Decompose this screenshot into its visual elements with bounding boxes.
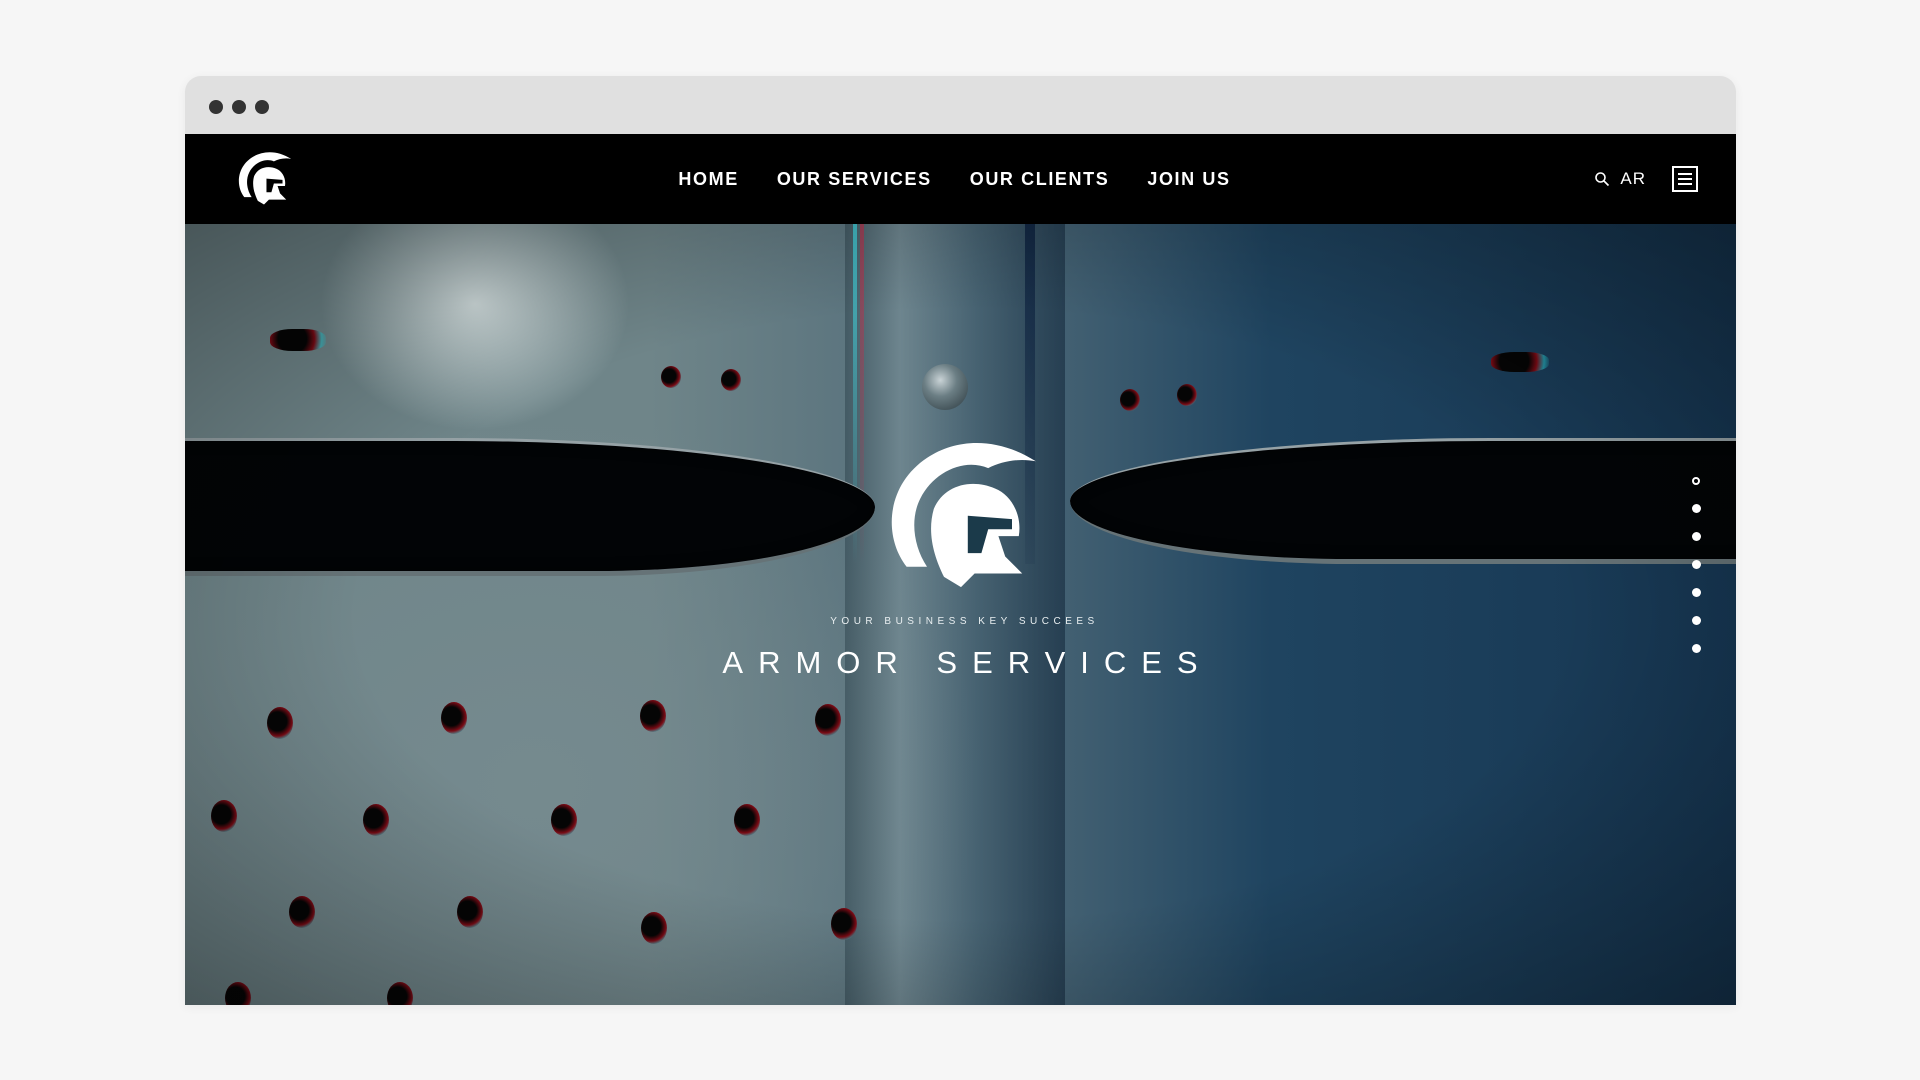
slide-dot[interactable] <box>1691 504 1701 513</box>
main-menu: HOME OUR SERVICES OUR CLIENTS JOIN US <box>185 134 1736 224</box>
search-icon[interactable] <box>1594 171 1610 187</box>
window-control-dot[interactable] <box>232 100 246 114</box>
slide-dot[interactable] <box>1691 588 1701 597</box>
nav-item-home[interactable]: HOME <box>678 169 738 190</box>
slide-dot[interactable] <box>1691 616 1701 625</box>
browser-window: HOME OUR SERVICES OUR CLIENTS JOIN US AR <box>185 76 1736 1005</box>
nav-item-our-services[interactable]: OUR SERVICES <box>777 169 932 190</box>
nav-utilities: AR <box>1594 162 1698 196</box>
window-control-dot[interactable] <box>209 100 223 114</box>
nav-item-join-us[interactable]: JOIN US <box>1147 169 1230 190</box>
hero-content: YOUR BUSINESS KEY SUCCEES ARMOR SERVICES <box>185 434 1736 681</box>
hamburger-menu-icon[interactable] <box>1672 166 1698 192</box>
slide-dot-active[interactable] <box>1692 477 1700 485</box>
hero-section: YOUR BUSINESS KEY SUCCEES ARMOR SERVICES <box>185 224 1736 1005</box>
slide-dot[interactable] <box>1691 532 1701 541</box>
website: HOME OUR SERVICES OUR CLIENTS JOIN US AR <box>185 134 1736 1005</box>
language-switch[interactable]: AR <box>1620 169 1646 189</box>
slide-pagination <box>1690 477 1702 653</box>
slide-dot[interactable] <box>1691 560 1701 569</box>
window-control-dot[interactable] <box>255 100 269 114</box>
hero-tagline: YOUR BUSINESS KEY SUCCEES <box>830 616 1099 627</box>
browser-title-bar <box>185 76 1736 134</box>
top-navigation: HOME OUR SERVICES OUR CLIENTS JOIN US AR <box>185 134 1736 224</box>
slide-dot[interactable] <box>1691 644 1701 653</box>
spartan-helmet-icon <box>891 443 1036 588</box>
nav-item-our-clients[interactable]: OUR CLIENTS <box>970 169 1110 190</box>
hero-title: ARMOR SERVICES <box>722 645 1213 680</box>
